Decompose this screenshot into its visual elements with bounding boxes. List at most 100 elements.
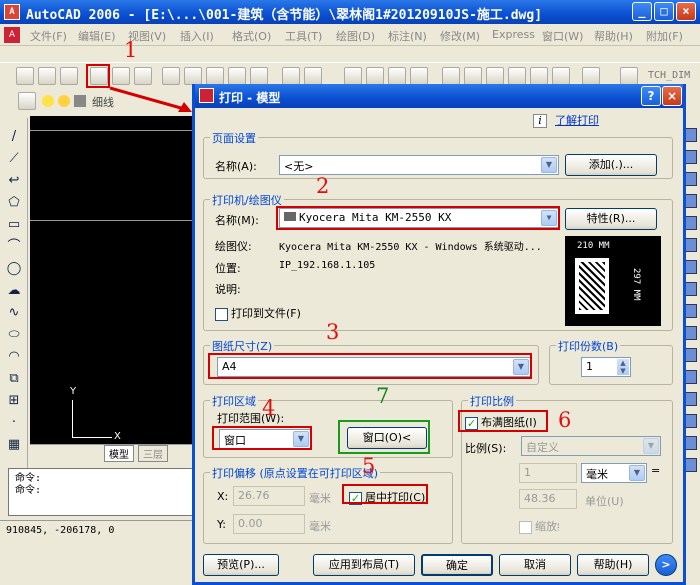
maximize-button[interactable]: □ [654, 2, 674, 21]
point-icon[interactable]: · [5, 414, 23, 432]
lock-icon[interactable] [74, 95, 86, 107]
add-page-setup-button[interactable]: 添加(.)... [565, 154, 657, 176]
text-style-icon[interactable] [620, 67, 638, 85]
annotation-number: 1 [124, 38, 138, 62]
help-icon[interactable]: ? [641, 86, 661, 106]
annotation-box-window-button [338, 420, 430, 454]
annotation-box-paper-size [208, 353, 532, 379]
hatch-icon[interactable]: ▦ [5, 436, 23, 454]
minimize-button[interactable]: _ [632, 2, 652, 21]
tab-model[interactable]: 模型 [104, 445, 134, 462]
match-properties-icon[interactable] [228, 67, 246, 85]
redo-icon[interactable] [304, 67, 322, 85]
apply-to-layout-button[interactable]: 应用到布局(T) [313, 554, 415, 576]
undo-icon[interactable] [282, 67, 300, 85]
sun-icon[interactable] [58, 95, 70, 107]
brush-icon[interactable] [250, 67, 268, 85]
help-icon[interactable] [582, 67, 600, 85]
autocad-logo-icon: A [4, 4, 20, 20]
offset-y-input[interactable]: 0.00 [233, 514, 305, 534]
scale-drawing-input[interactable]: 48.36 [519, 489, 577, 509]
close-button[interactable]: × [676, 2, 696, 21]
plotter-value: Kyocera Mita KM-2550 KX - Windows 系统驱动..… [279, 242, 542, 253]
make-block-icon[interactable]: ⊞ [5, 392, 23, 410]
scale-unit-select[interactable]: 毫米 ▼ [581, 463, 647, 483]
ellipse-arc-icon[interactable]: ◠ [5, 348, 23, 366]
paste-icon[interactable] [206, 67, 224, 85]
polyline-icon[interactable]: ↩ [5, 172, 23, 190]
design-center-icon[interactable] [464, 67, 482, 85]
revcloud-icon[interactable]: ☁ [5, 282, 23, 300]
scale-unit-value: 毫米 [586, 468, 608, 481]
menu-tools[interactable]: 工具(T) [285, 28, 322, 44]
new-icon[interactable] [16, 67, 34, 85]
menu-format[interactable]: 格式(O) [232, 28, 271, 44]
menu-window[interactable]: 窗口(W) [542, 28, 583, 44]
circle-icon[interactable]: ◯ [5, 260, 23, 278]
scale-select[interactable]: 自定义 ▼ [521, 436, 661, 456]
save-icon[interactable] [60, 67, 78, 85]
spin-arrows-icon[interactable]: ▲ ▼ [617, 359, 629, 375]
ellipse-icon[interactable]: ⬭ [5, 326, 23, 344]
zoom-realtime-icon[interactable] [366, 67, 384, 85]
plot-to-file-checkbox[interactable]: 打印到文件(F) [215, 305, 301, 321]
menu-help[interactable]: 帮助(H) [594, 28, 633, 44]
open-icon[interactable] [38, 67, 56, 85]
printer-legend: 打印机/绘图仪 [210, 192, 284, 208]
markup-icon[interactable] [530, 67, 548, 85]
ucs-icon [72, 400, 112, 438]
scale-paper-input[interactable]: 1 [519, 463, 577, 483]
more-options-button[interactable]: > [655, 554, 677, 576]
learn-plot-link[interactable]: 了解打印 [555, 114, 599, 127]
menu-dimension[interactable]: 标注(N) [388, 28, 427, 44]
page-setup-legend: 页面设置 [210, 130, 258, 146]
offset-x-input[interactable]: 26.76 [233, 486, 305, 506]
copies-spinner[interactable]: 1 ▲ ▼ [581, 357, 631, 377]
scale-lineweights-checkbox[interactable]: 缩放线宽(L) [519, 518, 559, 534]
cancel-button[interactable]: 取消 [499, 554, 571, 576]
annotation-number: 3 [326, 320, 340, 344]
help-button[interactable]: 帮助(H) [577, 554, 649, 576]
rectangle-icon[interactable]: ▭ [5, 216, 23, 234]
page-setup-name-select[interactable]: <无> ▼ [279, 155, 559, 175]
tab-layout[interactable]: 三层 [138, 445, 168, 462]
calculator-icon[interactable] [552, 67, 570, 85]
zoom-window-icon[interactable] [388, 67, 406, 85]
menu-bar: A 文件(F) 编辑(E) 视图(V) 插入(I) 格式(O) 工具(T) 绘图… [0, 24, 700, 46]
chevron-down-icon: ▼ [643, 438, 659, 454]
construction-line-icon[interactable]: ⟋ [5, 150, 23, 168]
polygon-icon[interactable]: ⬠ [5, 194, 23, 212]
spline-icon[interactable]: ∿ [5, 304, 23, 322]
scale-label: 比例(S): [465, 442, 507, 455]
document-icon[interactable]: A [4, 27, 20, 43]
menu-insert[interactable]: 插入(I) [180, 28, 214, 44]
preview-button[interactable]: 预览(P)... [203, 554, 279, 576]
menu-file[interactable]: 文件(F) [30, 28, 67, 44]
properties-icon[interactable] [442, 67, 460, 85]
layer-manager-icon[interactable] [18, 92, 36, 110]
menu-edit[interactable]: 编辑(E) [78, 28, 116, 44]
drawing-canvas[interactable]: Y X [30, 116, 200, 444]
offset-y-unit: 毫米 [309, 520, 331, 533]
printer-properties-button[interactable]: 特性(R)... [565, 208, 657, 230]
sheet-set-icon[interactable] [508, 67, 526, 85]
menu-draw[interactable]: 绘图(D) [336, 28, 375, 44]
app-title: AutoCAD 2006 - [E:\...\001-建筑（含节能）\翠林阁1#… [26, 8, 543, 23]
close-icon[interactable]: × [662, 86, 682, 106]
insert-block-icon[interactable]: ⧉ [5, 370, 23, 388]
pan-icon[interactable] [344, 67, 362, 85]
menu-modify[interactable]: 修改(M) [440, 28, 480, 44]
tool-palettes-icon[interactable] [486, 67, 504, 85]
line-icon[interactable]: / [5, 128, 23, 146]
menu-express[interactable]: Express [492, 28, 535, 41]
plot-to-file-label: 打印到文件(F) [231, 307, 301, 320]
menu-addon[interactable]: 附加(F) [646, 28, 683, 44]
printer-name-label: 名称(M): [215, 214, 259, 227]
ok-button[interactable]: 确定 [421, 554, 493, 576]
annotation-box-plot-icon [86, 64, 110, 88]
arc-icon[interactable]: ⌒ [5, 238, 23, 256]
zoom-previous-icon[interactable] [410, 67, 428, 85]
annotation-number: 5 [362, 454, 376, 478]
light-bulb-icon[interactable] [42, 95, 54, 107]
command-line[interactable]: 命令: 命令: [8, 468, 200, 516]
